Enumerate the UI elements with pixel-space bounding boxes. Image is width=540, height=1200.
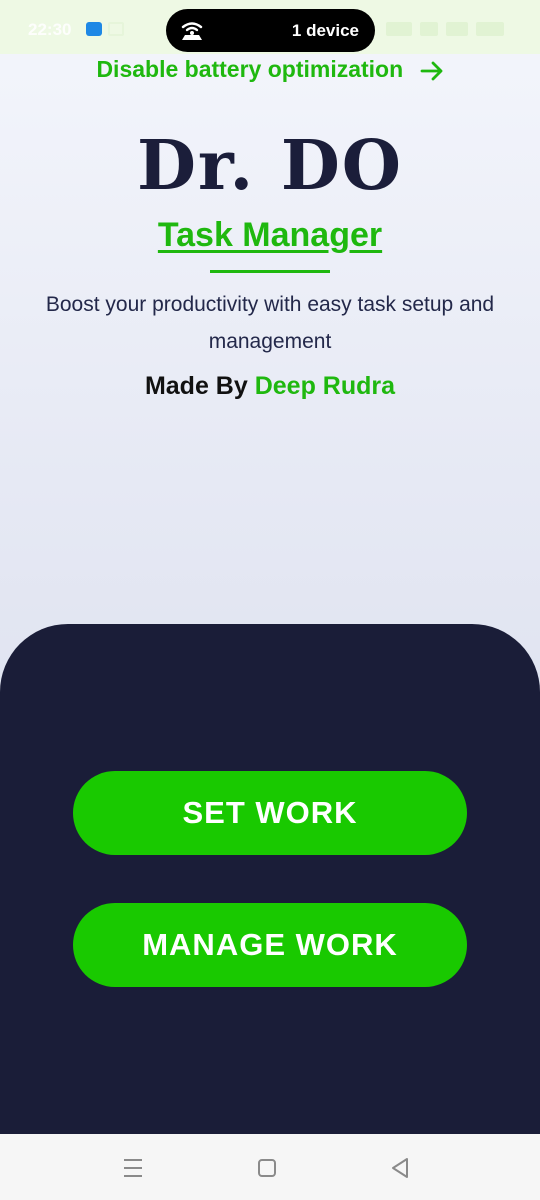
app-notification-icon	[86, 22, 102, 36]
battery-icon	[476, 22, 504, 36]
status-indicators	[386, 20, 506, 38]
set-work-button[interactable]: SET WORK	[73, 771, 467, 855]
hotspot-pill[interactable]: 1 device	[166, 9, 375, 52]
credit-author: Deep Rudra	[254, 372, 396, 400]
subtitle-divider	[210, 270, 330, 273]
hotspot-device-count: 1 device	[291, 21, 359, 40]
disable-battery-optimization-link[interactable]: Disable battery optimization	[0, 56, 540, 83]
gallery-notification-icon	[108, 22, 124, 36]
status-bar: 22:30 1 device	[0, 0, 540, 54]
manage-work-button[interactable]: MANAGE WORK	[73, 903, 467, 987]
signal-icon	[446, 22, 468, 36]
credit-prefix: Made By	[144, 372, 248, 400]
arrow-right-icon	[420, 61, 442, 81]
menu-icon[interactable]	[119, 1154, 147, 1182]
home-icon[interactable]	[253, 1154, 281, 1182]
hotspot-icon	[181, 22, 203, 40]
system-nav-bar	[0, 1134, 540, 1200]
action-panel	[0, 624, 540, 1134]
credit-line: Made By Deep Rudra	[0, 372, 540, 401]
status-time: 22:30	[28, 20, 72, 39]
app-title: Dr. DO	[136, 126, 404, 206]
wifi-icon	[420, 22, 438, 36]
network-speed-icon	[386, 22, 412, 36]
app-subtitle: Task Manager	[157, 216, 383, 254]
battery-link-label: Disable battery optimization	[96, 56, 404, 82]
back-icon[interactable]	[386, 1154, 414, 1182]
app-description: Boost your productivity with easy task s…	[45, 293, 495, 353]
